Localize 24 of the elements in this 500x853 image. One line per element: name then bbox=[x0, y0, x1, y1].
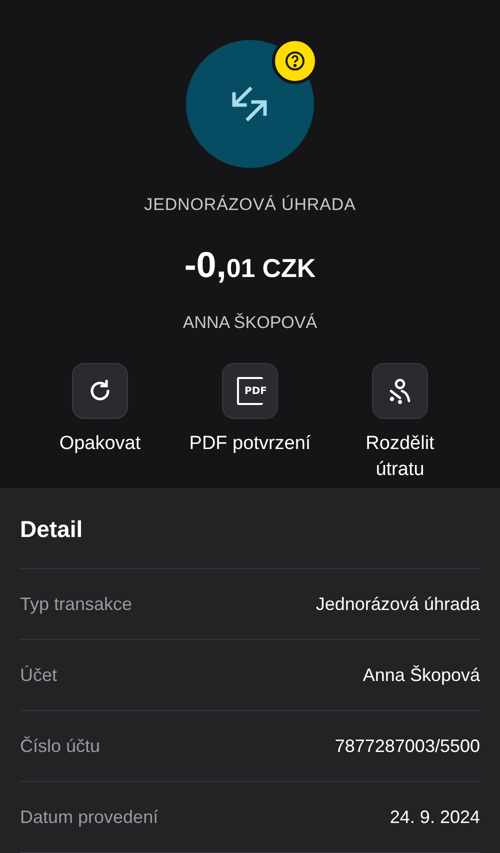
action-label[interactable]: Rozdělit útratu bbox=[335, 431, 465, 483]
detail-label: Účet bbox=[20, 664, 58, 686]
action-button[interactable] bbox=[372, 363, 428, 419]
detail-value: 7877287003/5500 bbox=[334, 734, 480, 758]
transaction-type: JEDNORÁZOVÁ ÚHRADA bbox=[144, 194, 356, 216]
action-button[interactable]: PDF bbox=[222, 363, 278, 419]
amount-fraction: 01 bbox=[226, 252, 256, 284]
person-split-icon bbox=[388, 378, 412, 404]
section-title: Detail bbox=[20, 488, 480, 569]
detail-label: Číslo účtu bbox=[20, 734, 100, 758]
action-label[interactable]: PDF potvrzení bbox=[185, 431, 315, 457]
detail-label: Typ transakce bbox=[20, 592, 132, 616]
action-label[interactable]: Opakovat bbox=[35, 431, 165, 457]
action-button[interactable] bbox=[72, 363, 128, 419]
amount-currency: CZK bbox=[262, 252, 316, 284]
question-icon bbox=[285, 51, 305, 71]
transfer-arrows-icon bbox=[230, 86, 270, 122]
counterparty-name: ANNA ŠKOPOVÁ bbox=[182, 312, 318, 334]
detail-value: Anna Škopová bbox=[362, 664, 480, 687]
detail-label: Datum provedení bbox=[20, 806, 158, 829]
detail-value: 24. 9. 2024 bbox=[390, 806, 480, 828]
amount-whole: -0, bbox=[184, 242, 226, 286]
detail-value: Jednorázová úhrada bbox=[316, 592, 480, 616]
pdf-icon-label: PDF bbox=[244, 384, 267, 398]
